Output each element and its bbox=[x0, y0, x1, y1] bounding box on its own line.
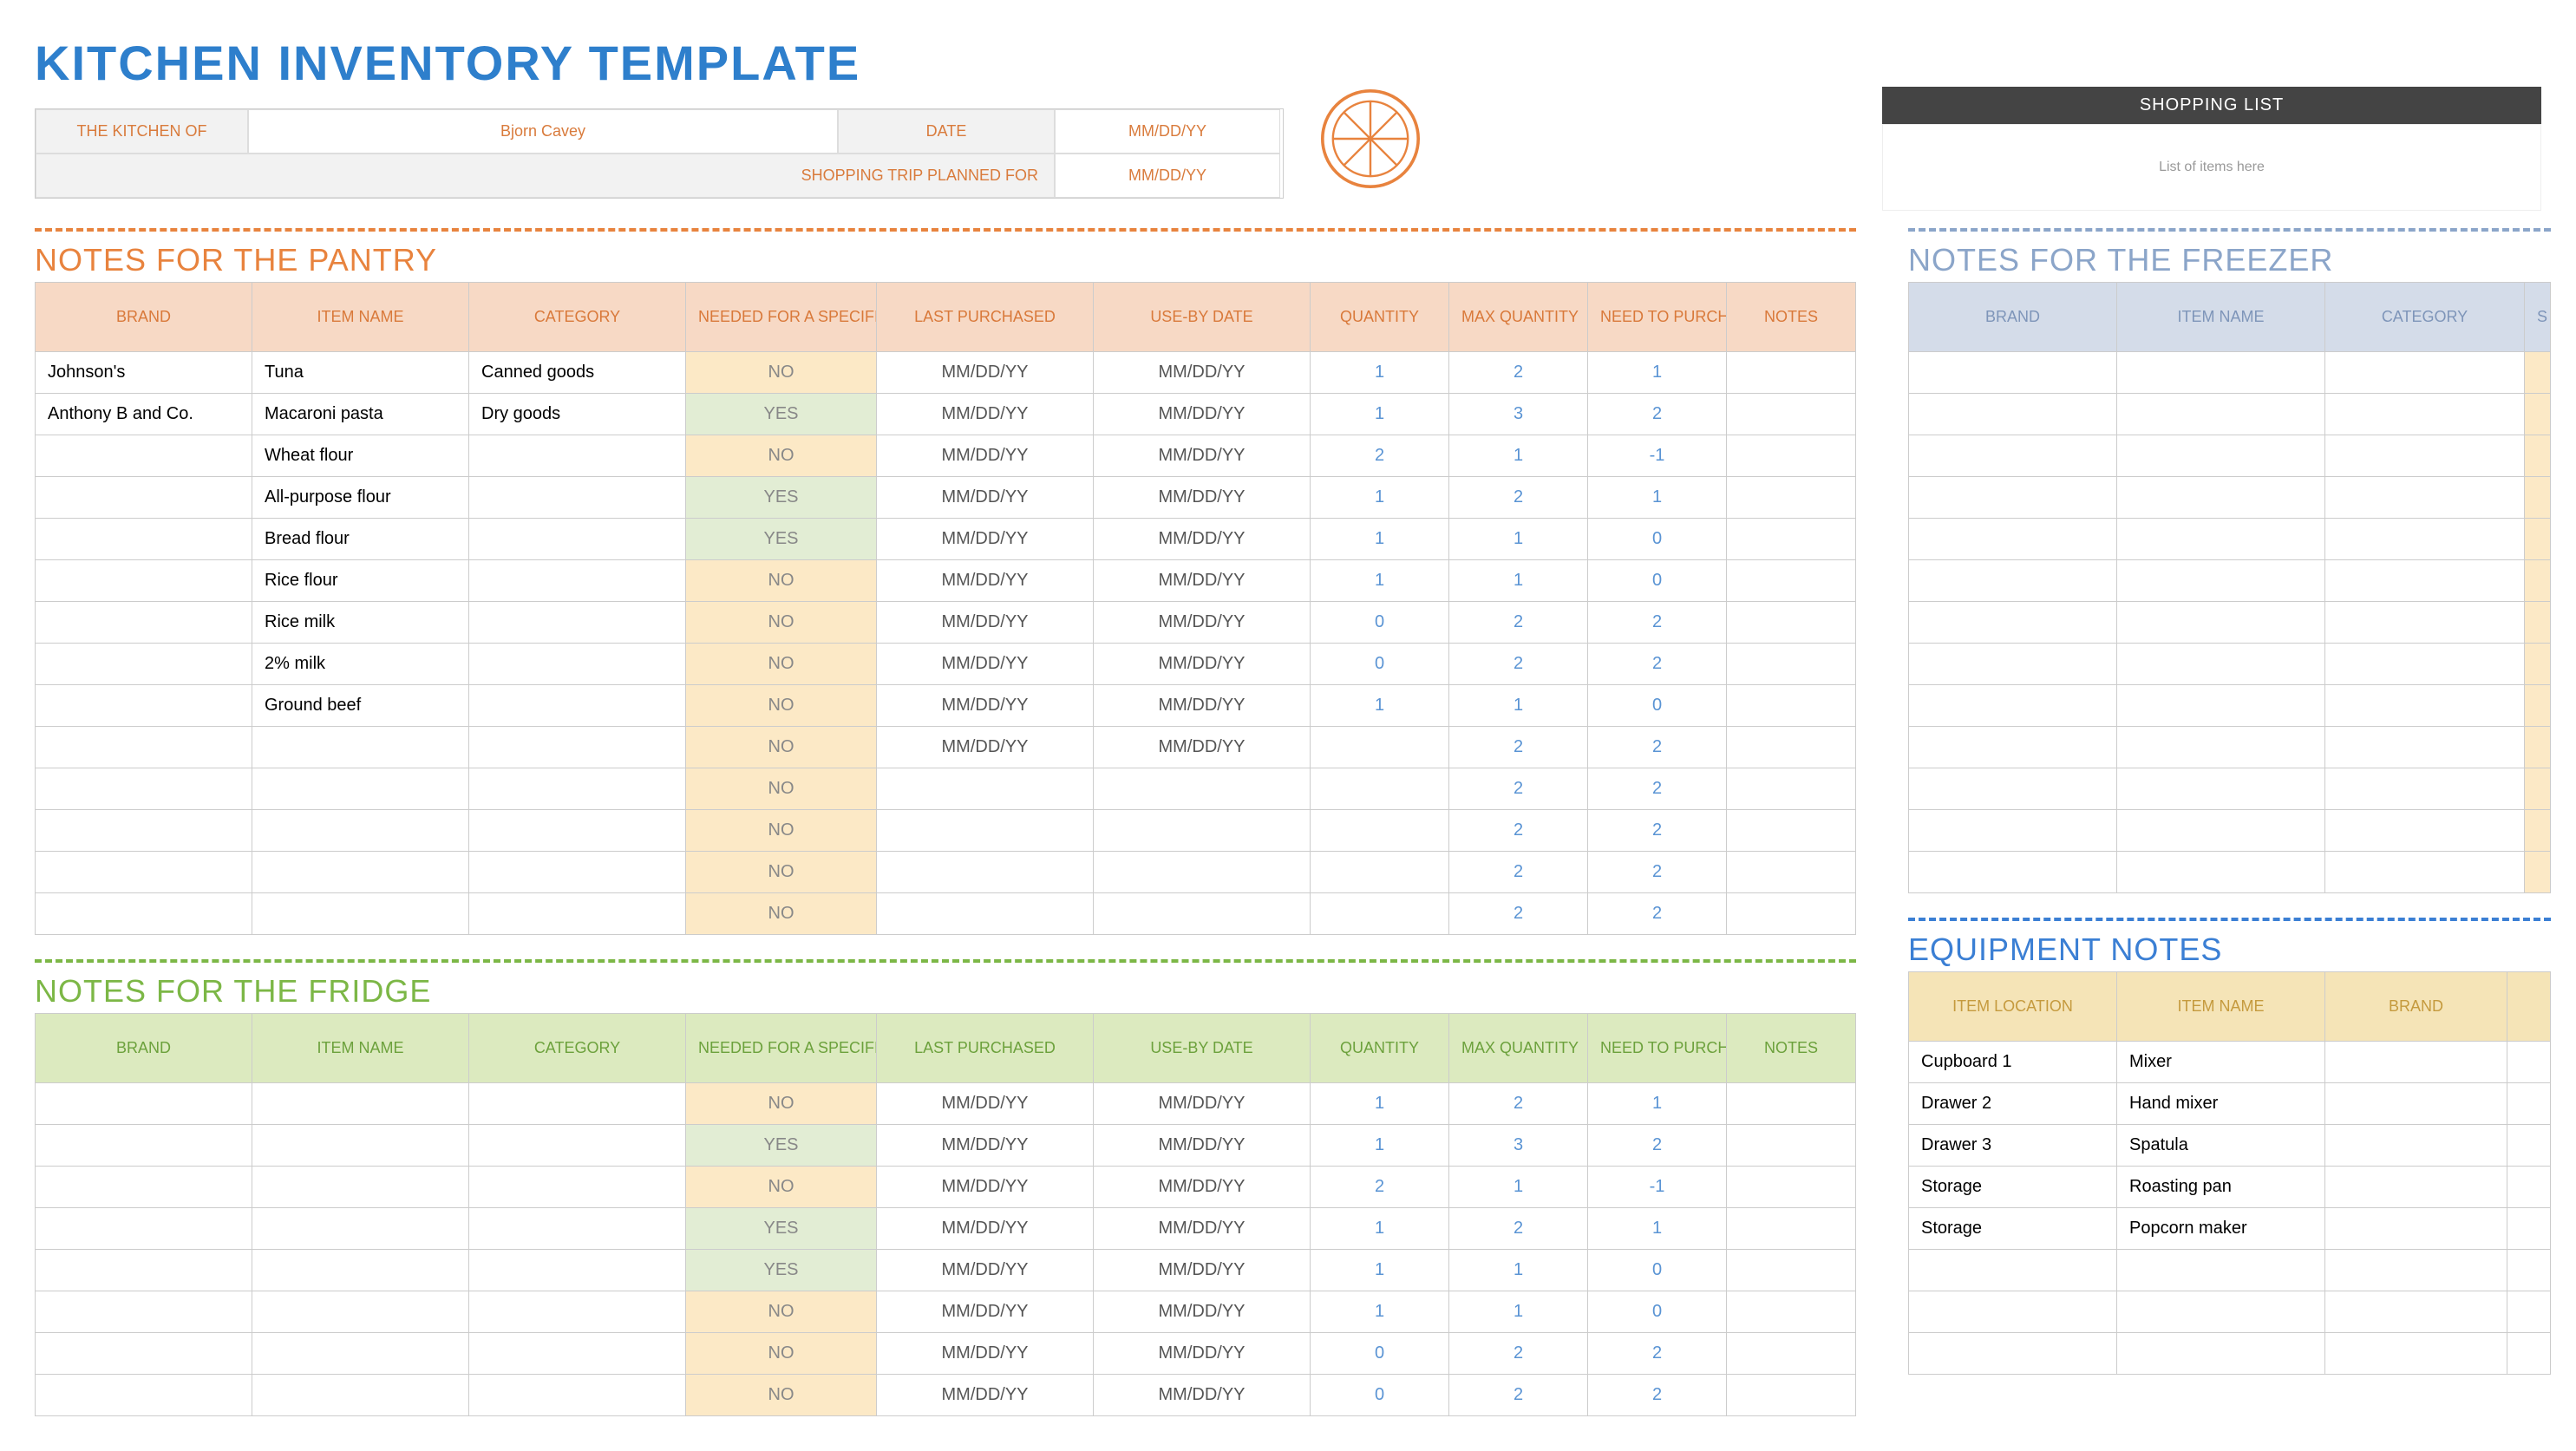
fridge-header: NOTES FOR THE FRIDGE bbox=[35, 963, 1856, 1010]
table-row[interactable] bbox=[1909, 602, 2551, 644]
col-needp: NEED TO PURCHASE bbox=[1588, 283, 1727, 352]
col-qty: QUANTITY bbox=[1311, 283, 1449, 352]
pantry-table[interactable]: BRAND ITEM NAME CATEGORY NEEDED FOR A SP… bbox=[35, 282, 1856, 935]
table-row[interactable] bbox=[1909, 810, 2551, 852]
table-row[interactable] bbox=[1909, 852, 2551, 893]
freezer-table[interactable]: BRAND ITEM NAME CATEGORY S bbox=[1908, 282, 2551, 893]
shopping-list-body[interactable]: List of items here bbox=[1882, 124, 2541, 211]
trip-label: SHOPPING TRIP PLANNED FOR bbox=[36, 154, 1055, 198]
table-row[interactable] bbox=[1909, 727, 2551, 768]
table-row[interactable]: Drawer 2Hand mixer bbox=[1909, 1083, 2551, 1125]
table-row[interactable]: YESMM/DD/YYMM/DD/YY110 bbox=[36, 1250, 1856, 1291]
trip-value[interactable]: MM/DD/YY bbox=[1055, 154, 1280, 198]
shopping-list-header: SHOPPING LIST bbox=[1882, 87, 2541, 124]
table-row[interactable] bbox=[1909, 394, 2551, 435]
table-row[interactable] bbox=[1909, 352, 2551, 394]
col-notes: NOTES bbox=[1727, 283, 1856, 352]
table-row[interactable]: StorageRoasting pan bbox=[1909, 1167, 2551, 1208]
col-needed: NEEDED FOR A SPECIFIC RECIPE? bbox=[686, 283, 877, 352]
pantry-header: NOTES FOR THE PANTRY bbox=[35, 232, 1856, 278]
kitchen-of-label: THE KITCHEN OF bbox=[36, 109, 248, 154]
table-row[interactable]: NOMM/DD/YYMM/DD/YY21-1 bbox=[36, 1167, 1856, 1208]
table-row[interactable] bbox=[1909, 768, 2551, 810]
page-title: KITCHEN INVENTORY TEMPLATE bbox=[35, 35, 1284, 91]
table-row[interactable]: Rice milkNOMM/DD/YYMM/DD/YY022 bbox=[36, 602, 1856, 644]
equipment-header: EQUIPMENT NOTES bbox=[1908, 921, 2551, 968]
table-row[interactable]: Cupboard 1Mixer bbox=[1909, 1042, 2551, 1083]
table-row[interactable] bbox=[1909, 685, 2551, 727]
table-row[interactable]: StoragePopcorn maker bbox=[1909, 1208, 2551, 1250]
fridge-table[interactable]: BRAND ITEM NAME CATEGORY NEEDED FOR A SP… bbox=[35, 1013, 1856, 1416]
table-row[interactable]: 2% milkNOMM/DD/YYMM/DD/YY022 bbox=[36, 644, 1856, 685]
table-row[interactable]: Bread flourYESMM/DD/YYMM/DD/YY110 bbox=[36, 519, 1856, 560]
orange-slice-icon bbox=[1318, 35, 1440, 195]
table-row[interactable]: NOMM/DD/YYMM/DD/YY22 bbox=[36, 727, 1856, 768]
table-row[interactable] bbox=[1909, 477, 2551, 519]
table-row[interactable]: Johnson'sTunaCanned goodsNOMM/DD/YYMM/DD… bbox=[36, 352, 1856, 394]
kitchen-of-value[interactable]: Bjorn Cavey bbox=[248, 109, 838, 154]
table-row[interactable] bbox=[1909, 560, 2551, 602]
col-cat: CATEGORY bbox=[469, 283, 686, 352]
col-item: ITEM NAME bbox=[252, 283, 469, 352]
table-row[interactable]: NO22 bbox=[36, 852, 1856, 893]
table-row[interactable]: Drawer 3Spatula bbox=[1909, 1125, 2551, 1167]
table-row[interactable] bbox=[1909, 644, 2551, 685]
shopping-list: SHOPPING LIST List of items here bbox=[1882, 35, 2541, 211]
table-row[interactable]: NOMM/DD/YYMM/DD/YY022 bbox=[36, 1333, 1856, 1375]
table-row[interactable]: NOMM/DD/YYMM/DD/YY121 bbox=[36, 1083, 1856, 1125]
table-row[interactable]: Ground beefNOMM/DD/YYMM/DD/YY110 bbox=[36, 685, 1856, 727]
table-row[interactable]: All-purpose flourYESMM/DD/YYMM/DD/YY121 bbox=[36, 477, 1856, 519]
table-row[interactable] bbox=[1909, 435, 2551, 477]
date-value[interactable]: MM/DD/YY bbox=[1055, 109, 1280, 154]
table-row[interactable]: YESMM/DD/YYMM/DD/YY121 bbox=[36, 1208, 1856, 1250]
col-last: LAST PURCHASED bbox=[877, 283, 1094, 352]
table-row[interactable] bbox=[1909, 1250, 2551, 1291]
freezer-header: NOTES FOR THE FREEZER bbox=[1908, 232, 2551, 278]
table-row[interactable]: NOMM/DD/YYMM/DD/YY110 bbox=[36, 1291, 1856, 1333]
header-meta: THE KITCHEN OF Bjorn Cavey DATE MM/DD/YY… bbox=[35, 108, 1284, 199]
table-row[interactable]: NO22 bbox=[36, 810, 1856, 852]
date-label: DATE bbox=[838, 109, 1055, 154]
col-useby: USE-BY DATE bbox=[1094, 283, 1311, 352]
equipment-table[interactable]: ITEM LOCATION ITEM NAME BRAND Cupboard 1… bbox=[1908, 971, 2551, 1375]
table-row[interactable]: NO22 bbox=[36, 768, 1856, 810]
col-max: MAX QUANTITY bbox=[1449, 283, 1588, 352]
table-row[interactable] bbox=[1909, 1333, 2551, 1375]
table-row[interactable]: Anthony B and Co.Macaroni pastaDry goods… bbox=[36, 394, 1856, 435]
table-row[interactable] bbox=[1909, 519, 2551, 560]
table-row[interactable]: YESMM/DD/YYMM/DD/YY132 bbox=[36, 1125, 1856, 1167]
table-row[interactable]: NOMM/DD/YYMM/DD/YY022 bbox=[36, 1375, 1856, 1416]
table-row[interactable]: Wheat flourNOMM/DD/YYMM/DD/YY21-1 bbox=[36, 435, 1856, 477]
table-row[interactable] bbox=[1909, 1291, 2551, 1333]
col-brand: BRAND bbox=[36, 283, 252, 352]
table-row[interactable]: NO22 bbox=[36, 893, 1856, 935]
table-row[interactable]: Rice flourNOMM/DD/YYMM/DD/YY110 bbox=[36, 560, 1856, 602]
